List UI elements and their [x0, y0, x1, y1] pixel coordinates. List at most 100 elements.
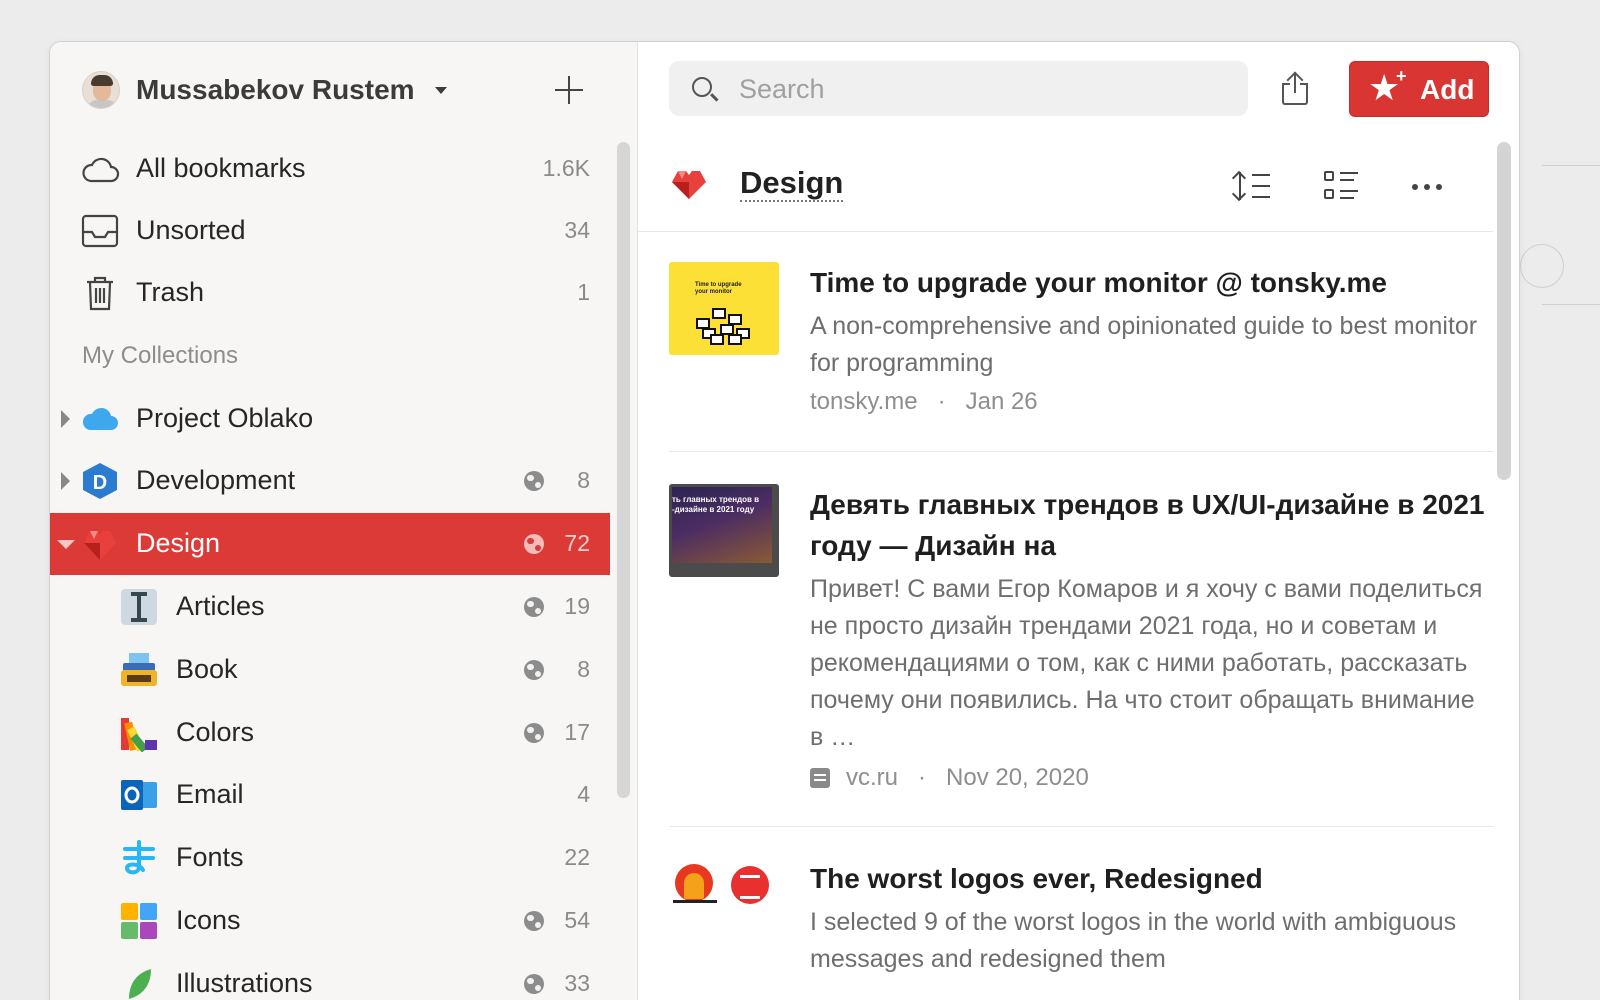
user-menu[interactable]: Mussabekov Rustem [82, 70, 447, 110]
sidebar-item-unsorted[interactable]: Unsorted 34 [50, 200, 610, 262]
globe-icon [524, 534, 544, 554]
item-count: 72 [564, 530, 590, 556]
article-type-icon [810, 768, 830, 788]
bookmark-title[interactable]: The worst logos ever, Redesigned [810, 858, 1490, 899]
typewriter-icon [121, 653, 157, 686]
icon-grid-icon [121, 903, 157, 939]
ma-glyph-icon [123, 840, 155, 875]
sidebar-item-label: Book [176, 654, 238, 684]
collection-header: Design [638, 142, 1493, 232]
cloud-outline-icon [82, 157, 120, 183]
sidebar-item-development[interactable]: D Development 8 [50, 450, 610, 512]
text-cursor-icon [121, 589, 157, 625]
sidebar-item-label: Fonts [176, 842, 244, 872]
sidebar-item-label: Unsorted [136, 215, 246, 245]
item-count: 22 [564, 844, 590, 870]
sidebar-item-label: Design [136, 528, 221, 558]
sidebar-item-label: Illustrations [176, 968, 313, 998]
sort-button[interactable] [1234, 168, 1274, 204]
item-count: 4 [577, 781, 590, 807]
bookmark-description: A non-comprehensive and opinionated guid… [810, 312, 1478, 377]
item-count: 1 [577, 279, 590, 305]
list-view-icon [1324, 171, 1334, 181]
color-swatches-icon [121, 718, 157, 752]
add-button-label: Add [1420, 74, 1475, 105]
sidebar-item-label: Email [176, 779, 244, 809]
sidebar-item-book[interactable]: Book 8 [50, 639, 610, 701]
bookmark-meta: tonsky.me · Jan 26 [810, 388, 1038, 415]
main-panel: ★ + Add Design [638, 42, 1519, 1000]
app-window: Mussabekov Rustem All bookmarks 1.6K Uns… [49, 41, 1520, 1000]
search-bar[interactable] [669, 61, 1248, 116]
red-heart-icon [84, 531, 116, 560]
bookmark-thumbnail: ть главных трендов в -дизайне в 2021 год… [669, 484, 779, 577]
sidebar: Mussabekov Rustem All bookmarks 1.6K Uns… [50, 42, 638, 1000]
bookmark-domain: tonsky.me [810, 388, 918, 415]
bookmark-description: Привет! С вами Егор Комаров и я хочу с в… [810, 575, 1483, 751]
sidebar-item-label: Colors [176, 717, 255, 747]
trash-icon [87, 276, 113, 311]
view-mode-button[interactable] [1322, 168, 1362, 204]
bookmark-domain: vc.ru [846, 764, 899, 791]
sidebar-item-colors[interactable]: Colors 17 [50, 702, 610, 764]
chevron-down-icon [434, 86, 447, 94]
sidebar-item-illustrations[interactable]: Illustrations 33 [50, 953, 610, 1000]
search-input[interactable] [739, 69, 1229, 109]
item-count: 8 [577, 467, 590, 493]
item-count: 8 [577, 656, 590, 682]
sidebar-item-trash[interactable]: Trash 1 [50, 262, 610, 324]
item-count: 19 [564, 593, 590, 619]
item-count: 54 [564, 907, 590, 933]
sidebar-item-label: Articles [176, 591, 265, 621]
sidebar-item-email[interactable]: Email 4 [50, 764, 610, 826]
sidebar-item-label: Trash [136, 277, 205, 307]
globe-icon [524, 471, 544, 491]
section-title: My Collections [82, 342, 239, 369]
share-button[interactable] [1280, 71, 1310, 107]
globe-icon [524, 911, 544, 931]
new-collection-button[interactable] [552, 73, 586, 107]
globe-icon [524, 723, 544, 743]
cloud-blue-icon [82, 407, 118, 430]
item-count: 34 [564, 217, 590, 243]
red-heart-icon [672, 171, 706, 199]
add-button[interactable]: ★ + Add [1349, 61, 1489, 117]
item-count: 17 [564, 719, 590, 745]
bookmark-meta: vc.ru · Nov 20, 2020 [810, 764, 1089, 792]
bookmark-date: Jan 26 [965, 388, 1038, 415]
bookmark-thumbnail [669, 858, 779, 951]
main-scrollbar[interactable] [1497, 142, 1511, 480]
outlook-icon [121, 780, 157, 810]
bookmark-title[interactable]: Девять главных трендов в UX/UI-дизайне в… [810, 484, 1490, 566]
sidebar-item-project-oblako[interactable]: Project Oblako [50, 388, 610, 450]
sidebar-item-design[interactable]: Design 72 [50, 513, 610, 575]
sidebar-item-articles[interactable]: Articles 19 [50, 576, 610, 638]
sidebar-item-all-bookmarks[interactable]: All bookmarks 1.6K [50, 138, 610, 200]
search-icon [692, 77, 712, 97]
expand-arrow-icon[interactable] [61, 472, 70, 490]
expand-arrow-icon[interactable] [61, 410, 70, 428]
bookmark-thumbnail: Time to upgrade your monitor [669, 262, 779, 355]
avatar [82, 71, 120, 109]
inbox-icon [81, 214, 119, 248]
leaf-icon [129, 969, 151, 999]
sidebar-item-label: All bookmarks [136, 153, 306, 183]
sidebar-item-label: Development [136, 465, 296, 495]
sort-icon [1239, 172, 1241, 200]
more-icon [1412, 184, 1418, 190]
background-window-edge [1520, 165, 1600, 305]
bookmark-title[interactable]: Time to upgrade your monitor @ tonsky.me [810, 262, 1490, 303]
collection-title[interactable]: Design [740, 166, 844, 202]
collapse-arrow-icon[interactable] [57, 540, 75, 549]
d-badge-icon: D [83, 463, 117, 499]
item-count: 33 [564, 970, 590, 996]
sidebar-item-icons[interactable]: Icons 54 [50, 890, 610, 952]
globe-icon [524, 974, 544, 994]
user-name: Mussabekov Rustem [136, 74, 415, 105]
sidebar-scrollbar[interactable] [617, 142, 630, 798]
bookmark-description: I selected 9 of the worst logos in the w… [810, 908, 1457, 973]
bookmark-date: Nov 20, 2020 [946, 764, 1089, 791]
more-button[interactable] [1408, 168, 1448, 204]
sidebar-item-fonts[interactable]: Fonts 22 [50, 827, 610, 889]
sidebar-item-label: Icons [176, 905, 241, 935]
